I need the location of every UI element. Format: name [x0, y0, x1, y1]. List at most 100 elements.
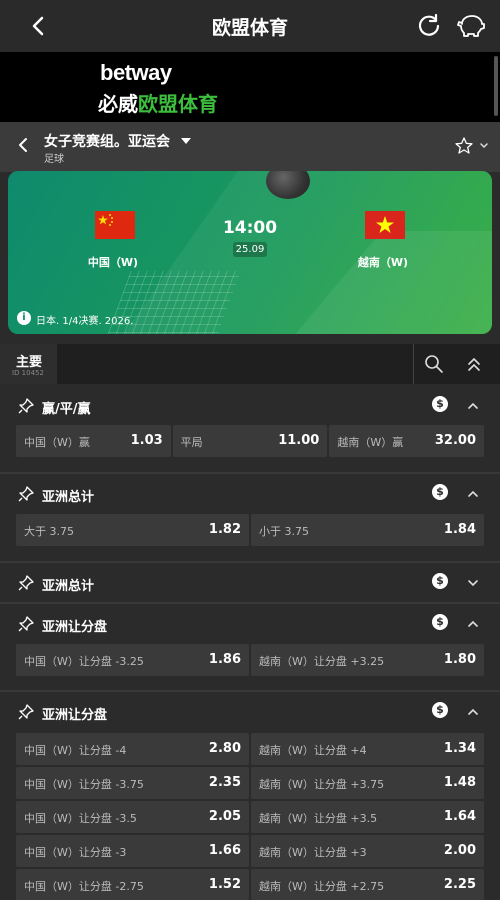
market-title: 赢/平/赢 [42, 402, 91, 417]
odds-button[interactable]: 越南（W）让分盘 +3.25 1.80 [251, 644, 484, 676]
scrollbar[interactable] [494, 56, 498, 116]
cashout-icon: $ [432, 614, 448, 630]
odds-label: 越南（W）赢 [337, 436, 404, 449]
odds-button[interactable]: 越南（W）让分盘 +3.5 1.64 [251, 801, 484, 833]
odds-row: 中国（W）让分盘 -3.25 1.86 越南（W）让分盘 +3.25 1.80 [16, 644, 484, 676]
odds-price: 1.03 [130, 433, 163, 448]
odds-button[interactable]: 越南（W）让分盘 +2.75 2.25 [251, 869, 484, 900]
odds-price: 1.66 [208, 843, 241, 858]
vietnam-flag-icon [365, 211, 405, 239]
odds-label: 中国（W）让分盘 -3.25 [24, 655, 144, 668]
odds-button[interactable]: 越南（W）让分盘 +4 1.34 [251, 733, 484, 765]
odds-button[interactable]: 中国（W）让分盘 -3 1.66 [16, 835, 249, 867]
odds-row: 中国（W）赢 1.03 平局 11.00 越南（W）赢 32.00 [16, 425, 485, 457]
pin-icon[interactable] [18, 616, 34, 632]
odds-button[interactable]: 越南（W）让分盘 +3 2.00 [251, 835, 484, 867]
odds-label: 中国（W）让分盘 -3.5 [24, 812, 137, 825]
chevron-up-icon[interactable] [466, 618, 480, 630]
match-card: 中国（W) 14:00 25.09 越南（W) i 日本. 1/4决赛. 202… [8, 171, 492, 334]
search-icon[interactable] [424, 354, 444, 374]
odds-button[interactable]: 中国（W）让分盘 -3.25 1.86 [16, 644, 249, 676]
odds-price: 1.64 [443, 809, 476, 824]
odds-button[interactable]: 中国（W）让分盘 -3.75 2.35 [16, 767, 249, 799]
odds-button[interactable]: 平局 11.00 [172, 425, 328, 457]
kickoff-date: 25.09 [233, 242, 267, 257]
pin-icon[interactable] [18, 704, 34, 720]
pin-icon[interactable] [18, 575, 34, 591]
star-icon[interactable] [454, 136, 474, 156]
brand-logo-top: betway [100, 60, 172, 85]
china-flag-icon [95, 211, 135, 239]
market-header[interactable]: 亚洲让分盘 $ [0, 606, 500, 642]
collapse-all-icon[interactable] [466, 356, 482, 372]
kickoff-time: 14:00 [222, 218, 278, 238]
refresh-icon[interactable] [416, 12, 442, 38]
odds-price: 1.86 [208, 652, 241, 667]
piggy-bank-icon[interactable] [456, 12, 486, 38]
market-tabs-bar: 主要 ID 10452 [0, 344, 500, 384]
competition-title[interactable]: 女子竞赛组。亚运会 [44, 131, 170, 151]
odds-label: 中国（W）让分盘 -4 [24, 744, 127, 757]
market-header[interactable]: 赢/平/赢 $ [0, 388, 500, 424]
odds-label: 中国（W）让分盘 -3.75 [24, 778, 144, 791]
tab-main-label: 主要 [16, 355, 43, 370]
page-title: 欧盟体育 [211, 16, 288, 39]
event-id-label: ID 10452 [12, 369, 44, 377]
back-arrow-icon[interactable] [26, 12, 50, 40]
odds-row: 中国（W）让分盘 -3.5 2.05 越南（W）让分盘 +3.5 1.64 [16, 801, 484, 833]
chevron-left-icon[interactable] [16, 136, 32, 154]
odds-price: 1.84 [443, 522, 476, 537]
market-title: 亚洲让分盘 [42, 620, 108, 635]
odds-label: 大于 3.75 [24, 525, 74, 538]
odds-label: 越南（W）让分盘 +2.75 [259, 880, 385, 893]
divider [413, 344, 414, 384]
odds-button[interactable]: 中国（W）让分盘 -4 2.80 [16, 733, 249, 765]
brand-logo-green-text: 欧盟体育 [138, 92, 218, 116]
odds-button[interactable]: 中国（W）让分盘 -3.5 2.05 [16, 801, 249, 833]
competition-header: 女子竞赛组。亚运会 足球 [0, 122, 500, 172]
odds-price: 2.00 [443, 843, 476, 858]
odds-button[interactable]: 越南（W）赢 32.00 [329, 425, 485, 457]
odds-price: 1.48 [443, 775, 476, 790]
chevron-up-icon[interactable] [466, 400, 480, 412]
odds-price: 2.80 [208, 741, 241, 756]
away-team-name: 越南（W) [357, 256, 409, 269]
odds-price: 1.52 [208, 877, 241, 892]
odds-price: 32.00 [434, 433, 477, 448]
chevron-down-icon[interactable] [466, 577, 480, 589]
info-icon[interactable]: i [17, 311, 31, 325]
pin-icon[interactable] [18, 398, 34, 414]
brand-logo-bottom: 必威欧盟体育 [98, 88, 218, 117]
odds-button[interactable]: 越南（W）让分盘 +3.75 1.48 [251, 767, 484, 799]
market-title: 亚洲总计 [42, 579, 95, 594]
chevron-up-icon[interactable] [466, 488, 480, 500]
divider [0, 690, 500, 692]
market-header[interactable]: 亚洲总计 $ [0, 565, 500, 601]
market-header[interactable]: 亚洲让分盘 $ [0, 694, 500, 730]
chevron-down-icon[interactable] [478, 140, 490, 152]
divider [0, 561, 500, 563]
odds-label: 小于 3.75 [259, 525, 309, 538]
odds-button[interactable]: 中国（W）赢 1.03 [16, 425, 171, 457]
odds-label: 越南（W）让分盘 +3.25 [259, 655, 385, 668]
odds-button[interactable]: 大于 3.75 1.82 [16, 514, 249, 546]
caret-down-icon[interactable] [180, 135, 192, 145]
odds-label: 越南（W）让分盘 +3.5 [259, 812, 378, 825]
cashout-icon: $ [432, 702, 448, 718]
odds-row: 大于 3.75 1.82 小于 3.75 1.84 [16, 514, 484, 546]
odds-price: 1.82 [208, 522, 241, 537]
pin-icon[interactable] [18, 486, 34, 502]
tab-main[interactable]: 主要 ID 10452 [0, 344, 57, 384]
chevron-up-icon[interactable] [466, 706, 480, 718]
brand-logo-white-text: 必威 [98, 92, 138, 116]
odds-price: 1.34 [443, 741, 476, 756]
market-title: 亚洲让分盘 [42, 708, 108, 723]
odds-button[interactable]: 小于 3.75 1.84 [251, 514, 484, 546]
odds-label: 中国（W）让分盘 -3 [24, 846, 127, 859]
odds-button[interactable]: 中国（W）让分盘 -2.75 1.52 [16, 869, 249, 900]
brand-banner[interactable]: betway 必威欧盟体育 [0, 52, 500, 122]
odds-label: 越南（W）让分盘 +3.75 [259, 778, 385, 791]
market-header[interactable]: 亚洲总计 $ [0, 476, 500, 512]
odds-label: 平局 [180, 436, 203, 449]
match-info-text: 日本. 1/4决赛. 2026. [36, 316, 134, 327]
